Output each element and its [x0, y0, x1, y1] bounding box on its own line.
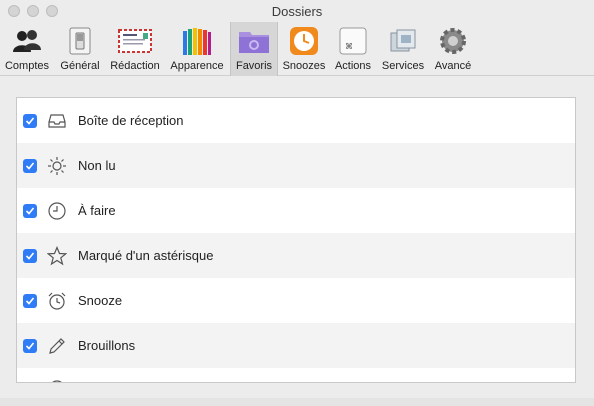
preferences-toolbar: Comptes Général Rédaction Apparence Favo…: [0, 22, 594, 76]
tab-favorites-label: Favoris: [235, 60, 273, 72]
envelope-letter-icon: [118, 24, 152, 58]
tab-advanced[interactable]: Avancé: [430, 22, 476, 76]
inbox-tray-icon: [48, 113, 66, 128]
window-title: Dossiers: [271, 4, 323, 19]
tab-composing[interactable]: Rédaction: [106, 22, 164, 76]
tab-general[interactable]: Général: [56, 22, 104, 76]
partial-folder-icon: [52, 380, 62, 382]
folder-label: À faire: [78, 203, 116, 218]
drafts-checkbox[interactable]: [23, 338, 37, 353]
tab-snoozes[interactable]: Snoozes: [280, 22, 328, 76]
folder-label: Brouillons: [78, 338, 136, 353]
tab-appearance-label: Apparence: [170, 60, 224, 72]
tab-appearance[interactable]: Apparence: [166, 22, 228, 76]
folder-row-drafts[interactable]: Brouillons: [17, 323, 575, 368]
tab-services[interactable]: Services: [378, 22, 428, 76]
folder-label: Non lu: [78, 158, 116, 173]
tab-favorites[interactable]: Favoris: [230, 22, 278, 76]
starred-checkbox[interactable]: [23, 248, 37, 263]
inbox-checkbox[interactable]: [23, 113, 37, 128]
services-stack-icon: [386, 24, 420, 58]
folder-row-starred[interactable]: Marqué d'un astérisque: [17, 233, 575, 278]
snooze-checkbox[interactable]: [23, 293, 37, 308]
clock-icon: [48, 201, 66, 220]
folder-row-inbox[interactable]: Boîte de réception: [17, 98, 575, 143]
folder-gear-icon: [237, 24, 271, 58]
accounts-icon: [10, 24, 44, 58]
window-bottom-edge: [0, 398, 594, 406]
tab-accounts-label: Comptes: [4, 60, 50, 72]
pencil-icon: [49, 337, 65, 354]
tab-snoozes-label: Snoozes: [282, 60, 326, 72]
colored-pencils-icon: [180, 24, 214, 58]
folder-row-todo[interactable]: À faire: [17, 188, 575, 233]
alarm-clock-icon: [48, 292, 66, 310]
title-bar: Dossiers: [0, 0, 594, 24]
tab-accounts[interactable]: Comptes: [2, 22, 52, 76]
folder-label: Snooze: [78, 293, 123, 308]
tab-actions[interactable]: ⌘ Actions: [330, 22, 376, 76]
folder-row-partial: [17, 368, 575, 382]
tab-composing-label: Rédaction: [110, 60, 160, 72]
gear-icon: [436, 24, 470, 58]
folder-label: Boîte de réception: [78, 113, 184, 128]
folder-row-snooze[interactable]: Snooze: [17, 278, 575, 323]
tab-advanced-label: Avancé: [434, 60, 472, 72]
unread-checkbox[interactable]: [23, 158, 37, 173]
folder-label: Marqué d'un astérisque: [78, 248, 214, 263]
star-icon: [47, 245, 67, 265]
tab-services-label: Services: [381, 60, 425, 72]
preferences-window: Dossiers Comptes Général Rédaction Appar…: [0, 0, 594, 406]
sun-icon: [48, 156, 66, 175]
keyboard-command-icon: ⌘: [336, 24, 370, 58]
tab-general-label: Général: [60, 60, 100, 72]
tab-actions-label: Actions: [334, 60, 372, 72]
general-switch-icon: [63, 24, 97, 58]
svg-text:⌘: ⌘: [345, 42, 353, 51]
folder-row-unread[interactable]: Non lu: [17, 143, 575, 188]
favorites-folder-list[interactable]: Boîte de réception Non lu À faire Marqué…: [16, 97, 576, 383]
alarm-clock-icon: [287, 24, 321, 58]
todo-checkbox[interactable]: [23, 203, 37, 218]
